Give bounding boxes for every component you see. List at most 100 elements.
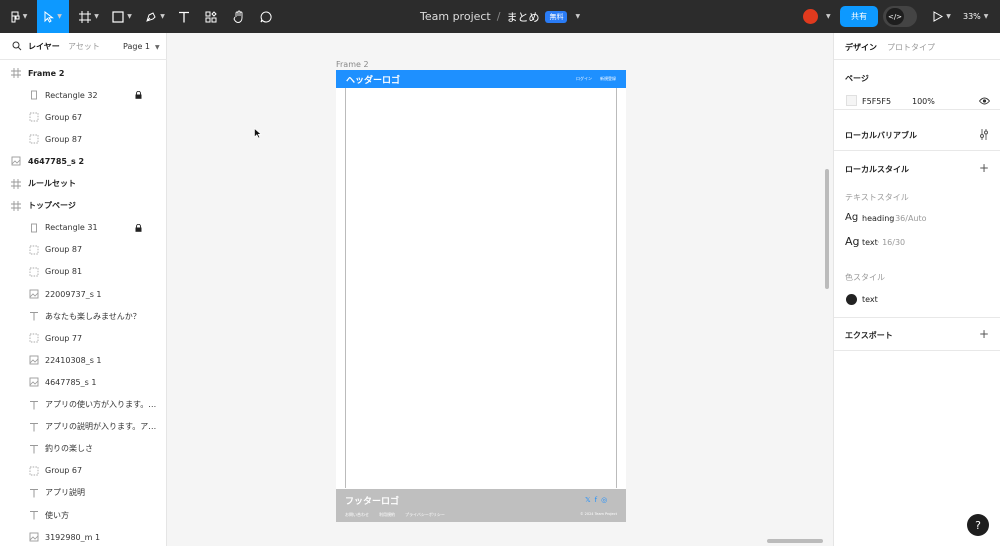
chevron-down-icon: ▼ [22, 13, 28, 20]
resources-button[interactable] [202, 0, 220, 33]
export-section[interactable]: エクスポート + [834, 317, 1000, 351]
file-name[interactable]: まとめ [506, 9, 539, 25]
layer-item[interactable]: あなたも楽しみませんか？ [0, 305, 166, 327]
layer-item[interactable]: Group 77 [0, 327, 166, 349]
footer-logo: フッターロゴ [345, 497, 400, 507]
layer-item[interactable]: 使い方 [0, 504, 166, 526]
chevron-down-icon[interactable]: ▼ [826, 13, 831, 20]
rectangle-icon [29, 90, 39, 100]
layer-item[interactable]: アプリの説明が入ります。アプ... [0, 416, 166, 438]
page-opacity-value[interactable]: 100% [912, 97, 935, 106]
comment-tool-button[interactable] [257, 0, 275, 33]
search-icon[interactable] [12, 41, 22, 51]
layer-item[interactable]: 3192980_m 1 [0, 526, 166, 546]
layer-item[interactable]: 4647785_s 1 [0, 371, 166, 393]
frame-label[interactable]: Frame 2 [336, 60, 369, 69]
text-styles-title: テキストスタイル [845, 193, 909, 202]
text-style-heading[interactable]: Ag heading · 36/Auto [845, 212, 995, 228]
present-button[interactable]: ▼ [930, 0, 954, 33]
canvas[interactable]: Frame 2 ヘッダーロゴ ログイン 新規登録 フッターロゴ 𝕏 f ◎ お問… [168, 33, 833, 546]
hand-tool-button[interactable] [230, 0, 248, 33]
zoom-menu[interactable]: 33% ▼ [963, 0, 988, 33]
text-tool-button[interactable] [175, 0, 193, 33]
layer-item[interactable]: アプリ説明 [0, 482, 166, 504]
tab-assets[interactable]: アセット [68, 41, 100, 52]
footer-privacy-link: プライバシーポリシー [405, 512, 445, 517]
layer-item[interactable]: ルールセット [0, 173, 166, 195]
layer-item[interactable]: Group 87 [0, 239, 166, 261]
add-export-icon[interactable]: + [979, 327, 989, 341]
shape-tool-button[interactable]: ▼ [109, 0, 135, 33]
text-icon [29, 311, 39, 321]
tab-layers[interactable]: レイヤー [28, 41, 60, 52]
layer-item[interactable]: Group 67 [0, 460, 166, 482]
chevron-down-icon: ▼ [155, 43, 160, 51]
layer-item[interactable]: 22410308_s 1 [0, 349, 166, 371]
rectangle-guide-right [616, 88, 617, 488]
play-icon [933, 11, 944, 22]
footer-copyright: © 2024 Team Project [580, 512, 617, 516]
layer-label: Group 67 [45, 112, 83, 122]
text-icon [179, 11, 189, 22]
code-icon: </> [886, 8, 904, 25]
layer-item[interactable]: Group 81 [0, 261, 166, 283]
avatar[interactable] [803, 9, 818, 24]
layer-label: 4647785_s 2 [28, 156, 85, 166]
horizontal-scrollbar[interactable] [767, 539, 823, 543]
project-name[interactable]: Team project [420, 10, 491, 23]
group-icon [29, 267, 39, 277]
chevron-down-icon: ▼ [57, 13, 62, 20]
layer-label: 22410308_s 1 [45, 355, 102, 365]
layer-item[interactable]: Frame 2 [0, 62, 166, 84]
vertical-scrollbar[interactable] [825, 169, 829, 289]
footer-links: お問い合わせ 利用規約 プライバシーポリシー [345, 512, 445, 518]
add-style-icon[interactable]: + [979, 161, 989, 175]
color-style-text[interactable]: text [845, 293, 995, 307]
frame-tool-button[interactable]: ▼ [76, 0, 102, 33]
frame-icon [79, 10, 92, 23]
layer-item[interactable]: Rectangle 32 [0, 84, 166, 106]
local-variables-section[interactable]: ローカルバリアブル [834, 118, 1000, 151]
header-bar[interactable]: ヘッダーロゴ ログイン 新規登録 [336, 70, 626, 88]
pen-tool-button[interactable]: ▼ [142, 0, 168, 33]
file-menu-chevron-icon[interactable]: ▼ [575, 13, 580, 20]
dev-mode-toggle[interactable]: </> [883, 6, 917, 27]
help-button[interactable]: ? [967, 514, 989, 536]
layer-item[interactable]: トップページ [0, 195, 166, 217]
layer-label: Rectangle 31 [45, 223, 98, 233]
group-icon [29, 112, 39, 122]
footer-bar[interactable]: フッターロゴ 𝕏 f ◎ お問い合わせ 利用規約 プライバシーポリシー © 20… [336, 489, 626, 522]
footer-terms-link: 利用規約 [379, 512, 395, 517]
image-icon [29, 355, 39, 365]
lock-icon[interactable] [135, 223, 142, 232]
variables-adjust-icon[interactable] [979, 129, 989, 140]
layer-item[interactable]: アプリの使い方が入ります。ア... [0, 394, 166, 416]
layer-label: 3192980_m 1 [45, 532, 101, 542]
share-button[interactable]: 共有 [840, 6, 878, 27]
layer-label: アプリ説明 [45, 488, 85, 498]
main-menu-button[interactable]: ▼ [4, 0, 34, 33]
page-color-value[interactable]: F5F5F5 [862, 97, 891, 106]
layer-item[interactable]: Group 67 [0, 106, 166, 128]
layer-item[interactable]: Rectangle 31 [0, 217, 166, 239]
instagram-icon: ◎ [601, 496, 608, 504]
layer-item[interactable]: 22009737_s 1 [0, 283, 166, 305]
layer-label: Frame 2 [28, 68, 65, 78]
text-icon [29, 488, 39, 498]
layer-label: 使い方 [45, 510, 69, 520]
page-color-swatch[interactable] [846, 95, 857, 106]
layer-label: 22009737_s 1 [45, 289, 102, 299]
layer-label: Group 81 [45, 267, 83, 277]
color-styles-title: 色スタイル [845, 273, 885, 282]
lock-icon[interactable] [135, 90, 142, 99]
layer-item[interactable]: 4647785_s 2 [0, 150, 166, 172]
layer-item[interactable]: 釣りの楽しさ [0, 438, 166, 460]
move-tool-button[interactable]: ▼ [37, 0, 69, 33]
layer-item[interactable]: Group 87 [0, 128, 166, 150]
frame-2[interactable]: ヘッダーロゴ ログイン 新規登録 フッターロゴ 𝕏 f ◎ お問い合わせ 利用規… [336, 70, 626, 522]
tab-design[interactable]: デザイン [845, 42, 877, 53]
tab-prototype[interactable]: プロトタイプ [887, 42, 935, 53]
text-style-text[interactable]: Ag text · 16/30 [845, 235, 995, 251]
page-selector[interactable]: Page 1 ▼ [123, 42, 160, 51]
eye-icon[interactable] [979, 97, 990, 105]
